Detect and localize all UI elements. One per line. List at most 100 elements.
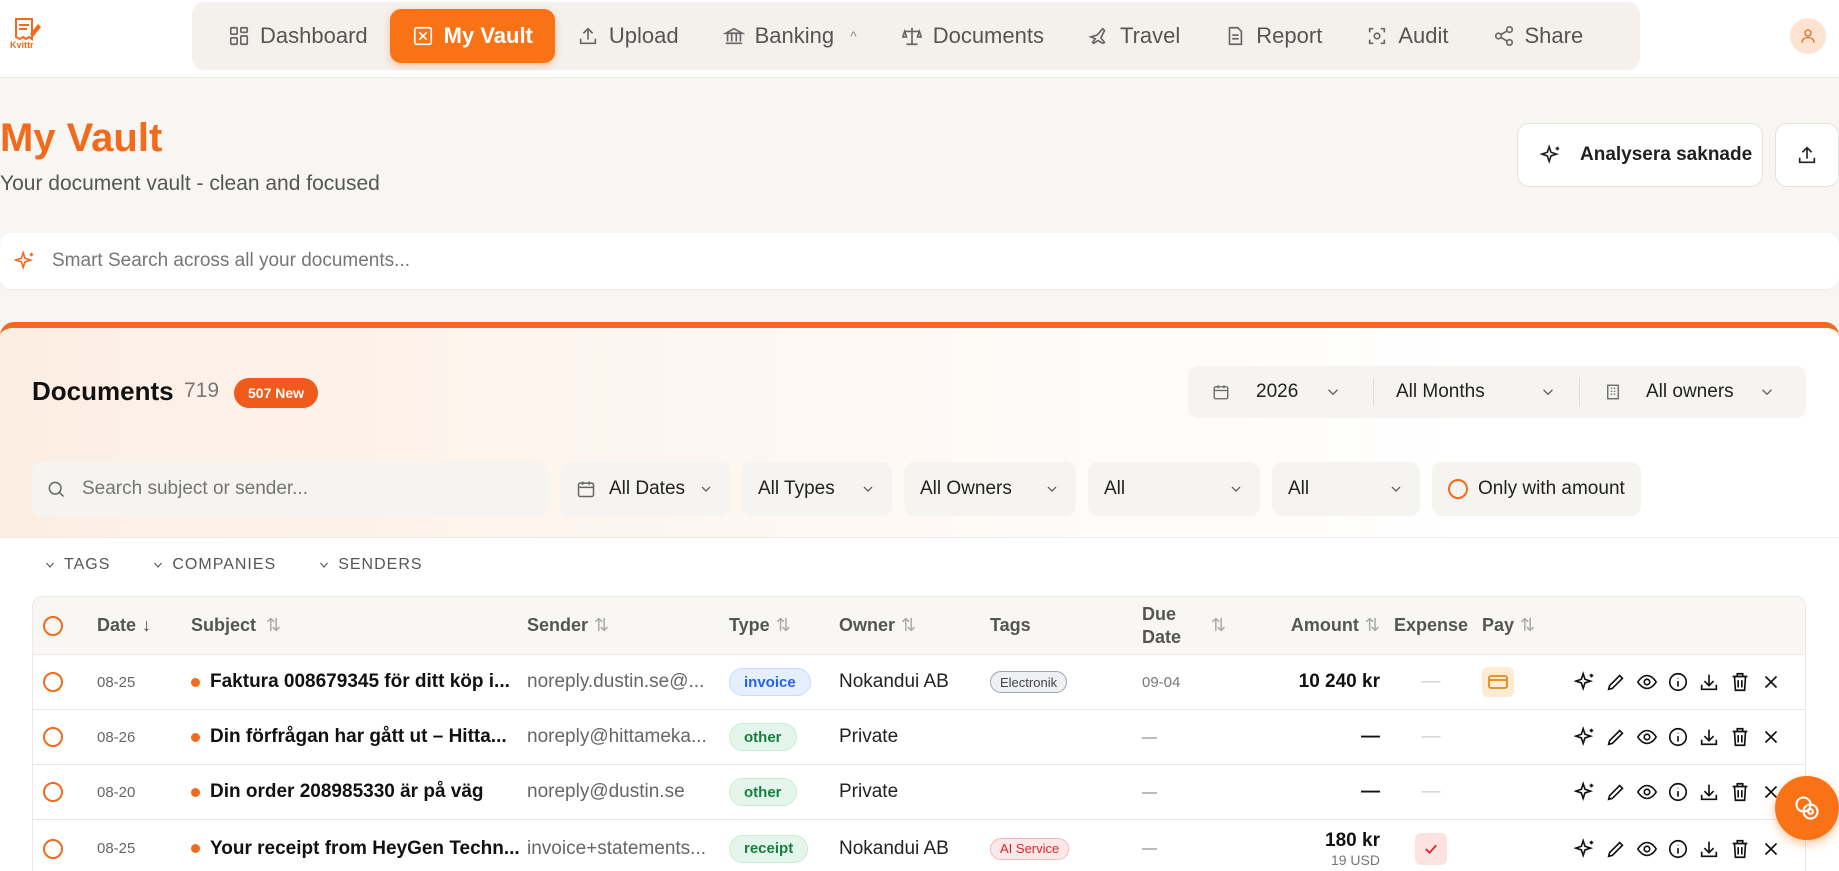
chevron-down-icon bbox=[1543, 389, 1553, 396]
sparkles-icon[interactable] bbox=[1574, 781, 1596, 803]
col-label-line: Due bbox=[1142, 604, 1177, 624]
checkbox-circle[interactable] bbox=[43, 727, 63, 747]
info-icon[interactable] bbox=[1667, 726, 1689, 748]
sparkles-icon[interactable] bbox=[1574, 837, 1596, 860]
sparkles-icon[interactable] bbox=[1574, 726, 1596, 748]
group-tags[interactable]: TAGS bbox=[44, 556, 110, 574]
nav-my-vault[interactable]: My Vault bbox=[389, 9, 555, 63]
checkbox-circle[interactable] bbox=[1448, 479, 1468, 499]
row-pay[interactable] bbox=[1482, 655, 1558, 709]
nav-upload[interactable]: Upload bbox=[555, 9, 701, 63]
checkbox-circle[interactable] bbox=[43, 615, 63, 636]
checkbox-circle[interactable] bbox=[43, 782, 63, 802]
table-row[interactable]: 08-20 Din order 208985330 är på väg nore… bbox=[33, 765, 1805, 820]
user-avatar[interactable] bbox=[1790, 18, 1826, 54]
col-subject[interactable]: Subject ⇅ bbox=[191, 597, 527, 654]
row-subject[interactable]: Faktura 008679345 för ditt köp i... bbox=[191, 655, 527, 709]
row-checkbox[interactable] bbox=[43, 765, 65, 819]
col-date[interactable]: Date ↓ bbox=[97, 597, 191, 654]
pencil-icon[interactable] bbox=[1605, 781, 1627, 803]
nav-audit[interactable]: Audit bbox=[1344, 9, 1470, 63]
checkbox-circle[interactable] bbox=[43, 672, 63, 692]
row-expense[interactable] bbox=[1380, 820, 1482, 871]
nav-documents[interactable]: Documents bbox=[879, 9, 1066, 63]
download-icon[interactable] bbox=[1698, 671, 1720, 693]
row-subject[interactable]: Din order 208985330 är på väg bbox=[191, 765, 527, 819]
expense-toggle[interactable] bbox=[1415, 832, 1447, 865]
chevron-down-icon bbox=[46, 562, 54, 568]
col-pay[interactable]: Pay ⇅ bbox=[1482, 597, 1558, 654]
pay-button[interactable] bbox=[1482, 667, 1514, 697]
row-subject[interactable]: Your receipt from HeyGen Techn... bbox=[191, 820, 527, 871]
table-row[interactable]: 08-26 Din förfrågan har gått ut – Hitta.… bbox=[33, 710, 1805, 765]
group-senders[interactable]: SENDERS bbox=[318, 556, 422, 574]
info-icon[interactable] bbox=[1667, 781, 1689, 803]
sparkles-icon[interactable] bbox=[1574, 671, 1596, 693]
nav-travel[interactable]: Travel bbox=[1066, 9, 1202, 63]
assistant-fab[interactable] bbox=[1775, 776, 1839, 840]
table-row[interactable]: 08-25 Faktura 008679345 för ditt köp i..… bbox=[33, 655, 1805, 710]
year-select[interactable]: 2026 bbox=[1188, 366, 1373, 418]
export-button[interactable] bbox=[1775, 123, 1839, 187]
trash-icon[interactable] bbox=[1729, 726, 1751, 748]
eye-icon[interactable] bbox=[1636, 781, 1658, 803]
download-icon[interactable] bbox=[1698, 781, 1720, 803]
status-filter[interactable]: All bbox=[1088, 462, 1260, 516]
tag-badge[interactable]: Electronik bbox=[990, 671, 1068, 693]
pencil-icon[interactable] bbox=[1605, 726, 1627, 748]
select-all-checkbox[interactable] bbox=[43, 597, 65, 654]
app-logo[interactable] bbox=[10, 16, 44, 56]
col-due-date[interactable]: Due Date ⇅ bbox=[1142, 597, 1262, 654]
close-icon[interactable] bbox=[1760, 671, 1782, 693]
dates-filter[interactable]: All Dates bbox=[560, 462, 730, 516]
row-expense[interactable]: — bbox=[1380, 765, 1482, 819]
row-expense[interactable]: — bbox=[1380, 710, 1482, 764]
table-row[interactable]: 08-25 Your receipt from HeyGen Techn... … bbox=[33, 820, 1805, 871]
pencil-icon[interactable] bbox=[1605, 671, 1627, 693]
trash-icon[interactable] bbox=[1729, 838, 1751, 860]
unread-dot bbox=[191, 787, 200, 797]
row-subject[interactable]: Din förfrågan har gått ut – Hitta... bbox=[191, 710, 527, 764]
download-icon[interactable] bbox=[1698, 726, 1720, 748]
row-expense[interactable]: — bbox=[1380, 655, 1482, 709]
document-search-input[interactable] bbox=[82, 478, 548, 500]
smart-search-bar[interactable] bbox=[0, 233, 1839, 289]
nav-share[interactable]: Share bbox=[1471, 9, 1606, 63]
pencil-icon[interactable] bbox=[1605, 838, 1627, 860]
eye-icon[interactable] bbox=[1636, 671, 1658, 693]
trash-icon[interactable] bbox=[1729, 781, 1751, 803]
row-checkbox[interactable] bbox=[43, 655, 65, 709]
document-search[interactable] bbox=[32, 462, 548, 516]
col-owner[interactable]: Owner ⇅ bbox=[839, 597, 990, 654]
category-filter[interactable]: All bbox=[1272, 462, 1420, 516]
only-with-amount-toggle[interactable]: Only with amount bbox=[1432, 462, 1641, 516]
types-filter[interactable]: All Types bbox=[742, 462, 892, 516]
info-icon[interactable] bbox=[1667, 838, 1689, 860]
col-type[interactable]: Type ⇅ bbox=[729, 597, 839, 654]
row-amount: 180 kr 19 USD bbox=[1262, 820, 1380, 871]
eye-icon[interactable] bbox=[1636, 838, 1658, 860]
smart-search-input[interactable] bbox=[52, 250, 1839, 272]
analyse-missing-button[interactable]: Analysera saknade bbox=[1517, 123, 1763, 187]
owner-select[interactable]: All owners bbox=[1580, 366, 1806, 418]
month-select[interactable]: All Months bbox=[1374, 366, 1579, 418]
tag-badge[interactable]: AI Service bbox=[990, 837, 1070, 860]
eye-icon[interactable] bbox=[1636, 726, 1658, 748]
row-checkbox[interactable] bbox=[43, 820, 65, 871]
row-tags bbox=[990, 710, 1142, 764]
col-sender[interactable]: Sender ⇅ bbox=[527, 597, 729, 654]
close-icon[interactable] bbox=[1760, 726, 1782, 748]
nav-report[interactable]: Report bbox=[1202, 9, 1344, 63]
nav-banking[interactable]: Banking ^ bbox=[701, 9, 879, 63]
close-icon[interactable] bbox=[1760, 838, 1782, 860]
trash-icon[interactable] bbox=[1729, 671, 1751, 693]
nav-dashboard[interactable]: Dashboard bbox=[206, 9, 390, 63]
download-icon[interactable] bbox=[1698, 838, 1720, 860]
row-checkbox[interactable] bbox=[43, 710, 65, 764]
scale-icon bbox=[901, 27, 923, 46]
group-companies[interactable]: COMPANIES bbox=[152, 556, 276, 574]
info-icon[interactable] bbox=[1667, 671, 1689, 693]
checkbox-circle[interactable] bbox=[43, 838, 63, 859]
owners-filter[interactable]: All Owners bbox=[904, 462, 1076, 516]
col-amount[interactable]: Amount ⇅ bbox=[1262, 597, 1380, 654]
